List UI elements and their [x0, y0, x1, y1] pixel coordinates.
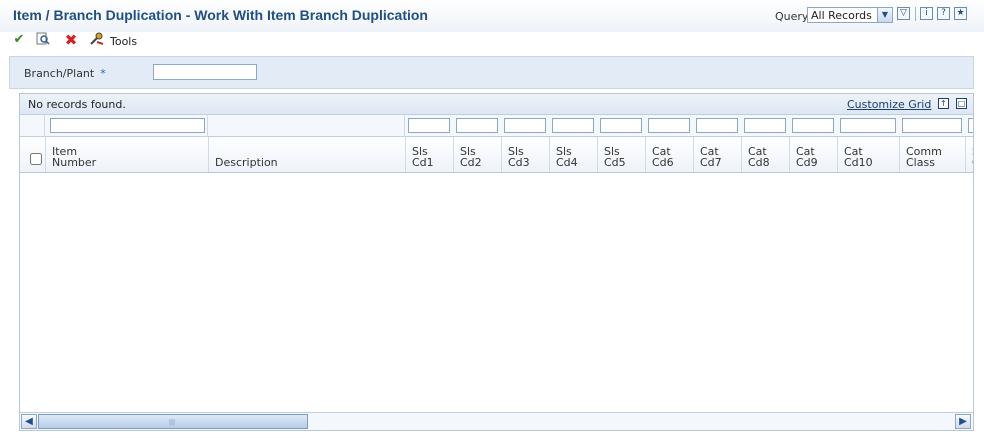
column-header-sls-cd4[interactable]: Sls Cd4 [549, 137, 597, 172]
qbe-input-item-number[interactable] [50, 118, 205, 133]
column-header-comm-class[interactable]: Comm Class [899, 137, 965, 172]
required-marker: * [100, 67, 106, 80]
grid-header: No records found. Customize Grid ↑ □ [20, 94, 973, 115]
column-header-label: Sls Cd5 [604, 145, 626, 169]
column-header-label: Cat Cd6 [652, 145, 674, 169]
qbe-input-sls-cd1[interactable] [408, 118, 450, 133]
column-header-label: Cat Cd10 [844, 145, 873, 169]
scrollbar-thumb[interactable]: ||| [38, 414, 308, 429]
branch-plant-label: Branch/Plant * [24, 67, 106, 80]
column-header-cat-cd10[interactable]: Cat Cd10 [837, 137, 899, 172]
column-header-label: Sls Cd4 [556, 145, 578, 169]
column-header-label: Comm Class [906, 145, 942, 169]
maximize-grid-icon[interactable]: □ [956, 98, 967, 109]
column-header-row: Item Number Description Sls Cd1 Sls Cd2 … [20, 137, 973, 173]
column-header-sls-cd5[interactable]: Sls Cd5 [597, 137, 645, 172]
column-header-cat-cd9[interactable]: Cat Cd9 [789, 137, 837, 172]
select-checkmark-icon[interactable]: ✔ [11, 32, 27, 48]
branch-plant-input[interactable] [153, 64, 257, 80]
column-header-sls-cd1[interactable]: Sls Cd1 [405, 137, 453, 172]
qbe-input-cat-cd7[interactable] [696, 118, 738, 133]
query-label: Query: [775, 10, 812, 23]
column-header-cat-cd6[interactable]: Cat Cd6 [645, 137, 693, 172]
tools-wrench-icon [90, 32, 104, 45]
close-x-icon[interactable]: ✖ [63, 32, 79, 48]
find-icon[interactable] [35, 32, 51, 48]
query-select-value: All Records [811, 9, 872, 22]
column-header-label: Cat Cd8 [748, 145, 770, 169]
column-header-cat-cd8[interactable]: Cat Cd8 [741, 137, 789, 172]
scroll-left-icon[interactable]: ◀ [21, 414, 37, 429]
qbe-input-cat-cd10[interactable] [840, 118, 896, 133]
favorites-icon[interactable]: ★ [954, 7, 967, 20]
qbe-input-sls-cd4[interactable] [552, 118, 594, 133]
select-all-checkbox[interactable] [30, 153, 42, 165]
qbe-input-comm-class[interactable] [902, 118, 962, 133]
query-select[interactable]: All Records ▼ [807, 7, 893, 23]
personalize-icon[interactable]: ▽ [897, 7, 910, 20]
qbe-input-sls-cd5[interactable] [600, 118, 642, 133]
info-icon[interactable]: i [920, 7, 933, 20]
column-header-partial[interactable]: S C [965, 137, 973, 172]
column-header-label: Cat Cd7 [700, 145, 722, 169]
grid-body [20, 173, 973, 411]
column-header-label: S C [972, 146, 973, 168]
column-header-label: Cat Cd9 [796, 145, 818, 169]
toolbar: ✔ ✖ Tools [0, 32, 984, 50]
column-header-label: Sls Cd1 [412, 145, 434, 169]
title-bar: Item / Branch Duplication - Work With It… [0, 0, 984, 32]
export-icon[interactable]: ↑ [938, 98, 949, 109]
qbe-input-partial[interactable] [968, 118, 973, 133]
qbe-input-sls-cd2[interactable] [456, 118, 498, 133]
header-separator [915, 7, 916, 21]
column-header-label: Item Number [52, 145, 97, 169]
qbe-input-cat-cd6[interactable] [648, 118, 690, 133]
scroll-right-icon[interactable]: ▶ [955, 414, 971, 429]
filter-panel: Branch/Plant * [9, 56, 974, 89]
column-header-sls-cd2[interactable]: Sls Cd2 [453, 137, 501, 172]
qbe-input-sls-cd3[interactable] [504, 118, 546, 133]
qbe-row [20, 115, 973, 137]
scrollbar-grip-icon: ||| [169, 419, 176, 426]
chevron-down-icon[interactable]: ▼ [877, 8, 892, 22]
column-header-label: Description [215, 156, 278, 169]
column-header-label: Sls Cd3 [508, 145, 530, 169]
grid-status-text: No records found. [28, 98, 126, 111]
help-icon[interactable]: ? [937, 7, 950, 20]
customize-grid-link[interactable]: Customize Grid [847, 98, 931, 111]
column-header-sls-cd3[interactable]: Sls Cd3 [501, 137, 549, 172]
branch-plant-label-text: Branch/Plant [24, 67, 95, 80]
horizontal-scrollbar[interactable]: ◀ ||| ▶ [20, 412, 973, 430]
qbe-input-cat-cd8[interactable] [744, 118, 786, 133]
column-header-label: Sls Cd2 [460, 145, 482, 169]
select-all-column [20, 137, 45, 172]
column-header-cat-cd7[interactable]: Cat Cd7 [693, 137, 741, 172]
find-magnifier-icon [36, 32, 50, 45]
column-header-item-number[interactable]: Item Number [45, 137, 208, 172]
column-header-description[interactable]: Description [208, 137, 405, 172]
tools-menu-label[interactable]: Tools [110, 35, 137, 48]
qbe-input-cat-cd9[interactable] [792, 118, 834, 133]
page-title: Item / Branch Duplication - Work With It… [13, 7, 428, 23]
tools-icon[interactable] [89, 32, 105, 48]
results-grid: No records found. Customize Grid ↑ □ Ite… [19, 93, 974, 431]
